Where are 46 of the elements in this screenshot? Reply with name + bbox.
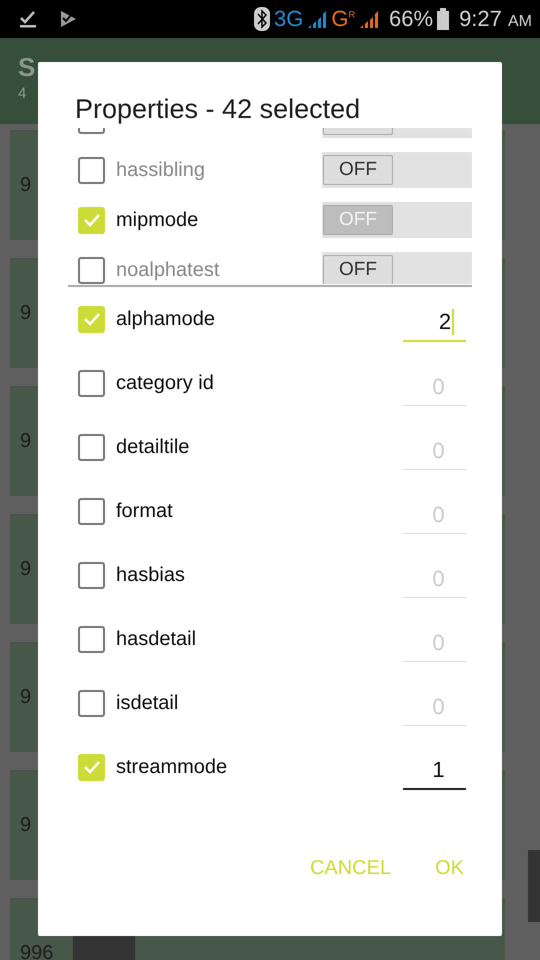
app-title: S — [18, 52, 36, 83]
checkmark-icon — [18, 9, 38, 29]
app-subtitle: 4 — [18, 85, 26, 102]
property-label: hasbias — [116, 564, 185, 586]
card-number: 9 — [19, 558, 32, 580]
input-field[interactable]: 1 — [403, 752, 466, 790]
card-number: 9 — [19, 686, 32, 708]
checkbox[interactable] — [78, 256, 105, 284]
signal-icon — [307, 9, 328, 29]
toggle-switch[interactable]: OFF — [322, 252, 472, 284]
property-label: detailtile — [116, 436, 190, 458]
property-label: isdetail — [116, 692, 178, 714]
network-type: G$^{R}$ — [331, 6, 356, 32]
battery-percent: 66% — [389, 6, 434, 32]
battery-icon — [437, 8, 450, 30]
property-label: format — [116, 500, 173, 522]
property-label: noalphatest — [116, 258, 220, 282]
checkbox[interactable] — [78, 156, 105, 184]
property-label: hasdetail — [116, 628, 196, 650]
checkbox[interactable] — [78, 690, 105, 716]
checkbox[interactable] — [78, 626, 105, 652]
toggle-switch[interactable]: OFF — [322, 152, 472, 188]
property-label: streammode — [116, 756, 228, 778]
dialog-button[interactable]: OK — [427, 847, 472, 890]
clock: 9:27 AM — [459, 6, 532, 32]
network-type: 3G — [274, 6, 304, 32]
card-number: 9 — [19, 302, 32, 324]
checkbox[interactable] — [78, 498, 105, 524]
input-field[interactable]: 2 — [403, 304, 466, 342]
card-number: 9 — [19, 814, 32, 836]
scrollbar — [528, 850, 540, 922]
card-number: 9 — [19, 174, 32, 196]
checkbox[interactable] — [78, 434, 105, 460]
property-label: mipmode — [116, 208, 198, 232]
signal-icon — [359, 9, 380, 29]
flag-check-icon — [58, 9, 78, 29]
property-label: hassibling — [116, 158, 205, 182]
card-number: 9 — [19, 430, 32, 452]
checkbox[interactable] — [78, 562, 105, 588]
dialog-title: Properties - 42 selected — [74, 93, 362, 126]
checkbox[interactable] — [78, 370, 105, 396]
card-number: 996 — [19, 942, 54, 960]
dialog-button[interactable]: CANCEL — [302, 847, 400, 890]
bluetooth-icon — [254, 7, 270, 31]
property-label: category id — [116, 372, 214, 394]
property-label: alphamode — [116, 308, 215, 330]
